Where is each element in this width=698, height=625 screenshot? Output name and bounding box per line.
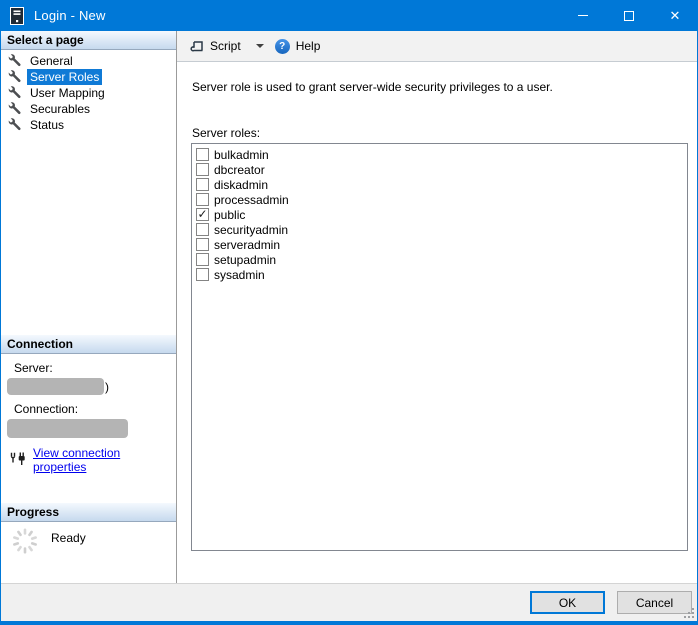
select-a-page-section: Select a page General Server Roles User …: [1, 31, 176, 133]
wrench-icon: [8, 70, 22, 84]
server-roles-label: Server roles:: [192, 126, 261, 140]
role-row-serveradmin[interactable]: serveradmin: [192, 237, 687, 252]
spinner-icon: [11, 527, 39, 558]
sidebar-item-general[interactable]: General: [1, 53, 176, 69]
wrench-icon: [8, 118, 22, 132]
ok-button[interactable]: OK: [530, 591, 605, 614]
role-checkbox-sysadmin[interactable]: [196, 268, 209, 281]
help-button-label: Help: [295, 39, 321, 53]
role-row-diskadmin[interactable]: diskadmin: [192, 177, 687, 192]
role-row-processadmin[interactable]: processadmin: [192, 192, 687, 207]
role-checkbox-bulkadmin[interactable]: [196, 148, 209, 161]
role-checkbox-diskadmin[interactable]: [196, 178, 209, 191]
script-icon: [190, 39, 205, 54]
wrench-icon: [8, 102, 22, 116]
dialog-body: Select a page General Server Roles User …: [1, 31, 697, 621]
minimize-button[interactable]: [560, 0, 606, 31]
connection-value-redacted: [7, 419, 128, 438]
script-dropdown-arrow-icon[interactable]: [255, 44, 264, 48]
sidebar-item-server-roles[interactable]: Server Roles: [1, 69, 176, 85]
server-label: Server:: [14, 361, 53, 375]
window-controls: ✕: [560, 0, 698, 31]
progress-section: Progress Ready: [1, 503, 176, 586]
script-button-label: Script: [210, 39, 241, 53]
resize-grip[interactable]: [684, 608, 695, 619]
role-checkbox-serveradmin[interactable]: [196, 238, 209, 251]
view-connection-properties-link[interactable]: View connection properties: [33, 446, 176, 474]
close-button[interactable]: ✕: [652, 0, 698, 31]
role-row-dbcreator[interactable]: dbcreator: [192, 162, 687, 177]
content-pane: Script ? Help Server role is used to gra…: [177, 31, 697, 583]
page-description: Server role is used to grant server-wide…: [192, 80, 553, 94]
page-list: General Server Roles User Mapping Secura…: [1, 50, 176, 133]
role-row-securityadmin[interactable]: securityadmin: [192, 222, 687, 237]
wrench-icon: [8, 54, 22, 68]
select-a-page-header: Select a page: [1, 31, 176, 50]
script-button[interactable]: Script: [185, 36, 246, 57]
help-question-icon: ?: [274, 38, 290, 54]
window-title: Login - New: [34, 8, 106, 23]
plug-icon: [9, 452, 27, 468]
login-new-dialog: Login - New ✕ Select a page General Serv…: [0, 0, 698, 625]
maximize-button[interactable]: [606, 0, 652, 31]
role-row-sysadmin[interactable]: sysadmin: [192, 267, 687, 282]
minimize-icon: [578, 15, 588, 16]
connection-label: Connection:: [14, 402, 79, 416]
connection-header: Connection: [1, 335, 176, 354]
toolbar: Script ? Help: [177, 31, 697, 62]
role-row-setupadmin[interactable]: setupadmin: [192, 252, 687, 267]
connection-section: Connection Server: ) Connection: View co…: [1, 335, 176, 474]
login-app-icon: [10, 6, 24, 25]
sidebar-item-status[interactable]: Status: [1, 117, 176, 133]
dialog-footer: OK Cancel: [1, 583, 697, 621]
role-checkbox-securityadmin[interactable]: [196, 223, 209, 236]
wrench-icon: [8, 86, 22, 100]
server-roles-page: Server role is used to grant server-wide…: [177, 62, 697, 583]
close-icon: ✕: [669, 8, 681, 23]
progress-header: Progress: [1, 503, 176, 522]
server-value-visible-text: ): [105, 379, 109, 394]
cancel-button[interactable]: Cancel: [617, 591, 692, 614]
server-roles-listbox[interactable]: bulkadmin dbcreator diskadmin processadm…: [191, 143, 688, 551]
titlebar[interactable]: Login - New ✕: [0, 0, 698, 31]
server-value-redacted: [7, 378, 104, 395]
role-checkbox-processadmin[interactable]: [196, 193, 209, 206]
maximize-icon: [624, 10, 634, 21]
role-checkbox-setupadmin[interactable]: [196, 253, 209, 266]
role-checkbox-public[interactable]: ✓: [196, 208, 209, 221]
role-row-public[interactable]: ✓ public: [192, 207, 687, 222]
progress-status: Ready: [51, 531, 86, 545]
role-checkbox-dbcreator[interactable]: [196, 163, 209, 176]
role-row-bulkadmin[interactable]: bulkadmin: [192, 147, 687, 162]
help-button[interactable]: ? Help: [270, 36, 326, 57]
sidebar: Select a page General Server Roles User …: [1, 31, 177, 586]
sidebar-item-user-mapping[interactable]: User Mapping: [1, 85, 176, 101]
sidebar-item-securables[interactable]: Securables: [1, 101, 176, 117]
